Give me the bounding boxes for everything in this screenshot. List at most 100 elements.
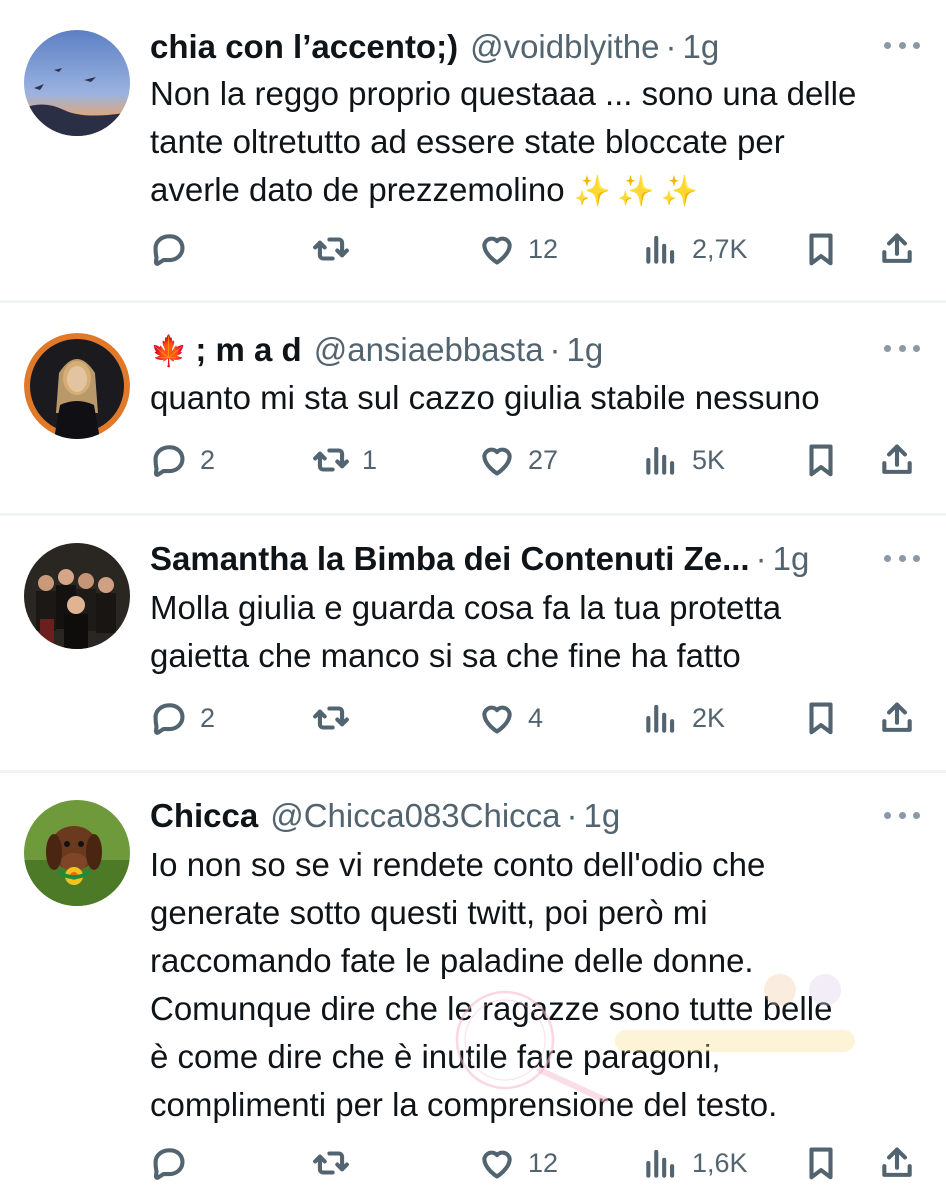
user-name[interactable]: Samantha la Bimba dei Contenuti Ze... — [150, 540, 750, 578]
tweet-header: chia con l’accento;) @voidblyithe · 1g — [150, 28, 866, 68]
reply-icon — [153, 703, 185, 735]
tweet-text: Molla giulia e guarda cosa fa la tua pro… — [150, 584, 918, 680]
share-button[interactable] — [878, 693, 916, 743]
tweet-4[interactable]: Chicca @Chicca083Chicca · 1g Io non so s… — [0, 773, 946, 1198]
views-button[interactable]: 2K — [642, 693, 725, 743]
retweet-icon — [313, 448, 349, 472]
bookmark-icon — [809, 1147, 833, 1180]
retweet-icon — [313, 237, 349, 261]
timestamp[interactable]: 1g — [567, 331, 604, 369]
avatar[interactable] — [24, 543, 130, 649]
avatar[interactable] — [24, 30, 130, 136]
more-icon[interactable] — [884, 338, 920, 358]
like-button[interactable]: 12 — [478, 1138, 558, 1188]
heart-icon — [482, 236, 512, 265]
bookmark-button[interactable] — [802, 693, 840, 743]
share-icon — [882, 1147, 912, 1177]
tweet-body: Molla giulia e guarda cosa fa la tua pro… — [150, 589, 782, 674]
reply-button[interactable] — [150, 224, 200, 274]
tweet-text: Io non so se vi rendete conto dell'odio … — [150, 841, 918, 1129]
like-count: 12 — [528, 1147, 559, 1178]
views-button[interactable]: 5K — [642, 435, 725, 485]
separator-dot: · — [755, 540, 767, 577]
like-button[interactable]: 12 — [478, 224, 558, 274]
bookmark-button[interactable] — [802, 224, 840, 274]
timestamp[interactable]: 1g — [584, 797, 621, 835]
share-icon — [882, 233, 912, 263]
heart-icon — [482, 705, 512, 734]
like-button[interactable]: 4 — [478, 693, 543, 743]
avatar[interactable] — [24, 800, 130, 906]
views-button[interactable]: 2,7K — [642, 224, 748, 274]
retweet-button[interactable] — [312, 224, 362, 274]
more-icon[interactable] — [884, 805, 920, 825]
user-name[interactable]: ; m a d — [195, 331, 301, 369]
reply-icon — [153, 1148, 185, 1180]
like-count: 27 — [528, 444, 559, 475]
retweet-icon — [313, 1151, 349, 1175]
timestamp[interactable]: 1g — [773, 540, 810, 578]
views-count: 2K — [692, 702, 726, 733]
user-name[interactable]: chia con l’accento;) — [150, 28, 458, 66]
tweet-actions: 12 2,7K — [150, 224, 926, 274]
reply-count: 2 — [200, 702, 216, 733]
reply-icon — [153, 234, 185, 266]
user-handle[interactable]: @ansiaebbasta — [314, 331, 544, 369]
reply-count: 2 — [200, 444, 216, 475]
reply-button[interactable] — [150, 1138, 200, 1188]
more-icon[interactable] — [884, 548, 920, 568]
reply-button[interactable]: 2 — [150, 693, 215, 743]
avatar-image — [24, 30, 130, 136]
views-count: 1,6K — [692, 1147, 748, 1178]
maple-leaf-icon: 🍁 — [150, 335, 188, 368]
views-button[interactable]: 1,6K — [642, 1138, 748, 1188]
tweet-actions: 2 1 27 5K — [150, 435, 926, 485]
like-count: 12 — [528, 233, 559, 264]
views-count: 5K — [692, 444, 726, 475]
user-handle[interactable]: @Chicca083Chicca — [270, 797, 560, 835]
tweet-header: Samantha la Bimba dei Contenuti Ze... · … — [150, 540, 866, 580]
share-icon — [882, 702, 912, 732]
tweet-text: Non la reggo proprio questaaa ... sono u… — [150, 70, 918, 216]
views-icon — [646, 446, 675, 475]
views-icon — [646, 704, 675, 733]
timestamp[interactable]: 1g — [683, 28, 720, 66]
retweet-button[interactable] — [312, 693, 362, 743]
bookmark-button[interactable] — [802, 1138, 840, 1188]
avatar[interactable] — [24, 333, 130, 439]
reply-icon — [153, 445, 185, 477]
separator-dot: · — [665, 28, 677, 65]
reply-button[interactable]: 2 — [150, 435, 215, 485]
tweet-actions: 12 1,6K — [150, 1138, 926, 1188]
user-name[interactable]: Chicca — [150, 797, 258, 835]
heart-icon — [482, 1150, 512, 1179]
tweet-body: Io non so se vi rendete conto dell'odio … — [150, 846, 833, 1123]
bookmark-button[interactable] — [802, 435, 840, 485]
share-icon — [882, 444, 912, 474]
views-count: 2,7K — [692, 233, 748, 264]
retweet-button[interactable]: 1 — [312, 435, 377, 485]
tweet-1[interactable]: chia con l’accento;) @voidblyithe · 1g N… — [0, 0, 946, 300]
share-button[interactable] — [878, 1138, 916, 1188]
separator-dot: · — [566, 797, 578, 834]
views-icon — [646, 1149, 675, 1178]
share-button[interactable] — [878, 435, 916, 485]
separator-dot: · — [549, 331, 561, 368]
like-button[interactable]: 27 — [478, 435, 558, 485]
tweet-body: quanto mi sta sul cazzo giulia stabile n… — [150, 379, 820, 416]
avatar-image — [24, 800, 130, 906]
like-count: 4 — [528, 702, 544, 733]
bookmark-icon — [809, 444, 833, 477]
views-icon — [646, 235, 675, 264]
tweet-text: quanto mi sta sul cazzo giulia stabile n… — [150, 374, 918, 422]
more-icon[interactable] — [884, 35, 920, 55]
tweet-2[interactable]: 🍁 ; m a d @ansiaebbasta · 1g quanto mi s… — [0, 303, 946, 513]
retweet-button[interactable] — [312, 1138, 362, 1188]
heart-icon — [482, 447, 512, 476]
bookmark-icon — [809, 702, 833, 735]
tweet-header: Chicca @Chicca083Chicca · 1g — [150, 797, 866, 837]
tweet-3[interactable]: Samantha la Bimba dei Contenuti Ze... · … — [0, 516, 946, 770]
share-button[interactable] — [878, 224, 916, 274]
tweet-header: 🍁 ; m a d @ansiaebbasta · 1g — [150, 331, 866, 371]
user-handle[interactable]: @voidblyithe — [470, 28, 659, 66]
